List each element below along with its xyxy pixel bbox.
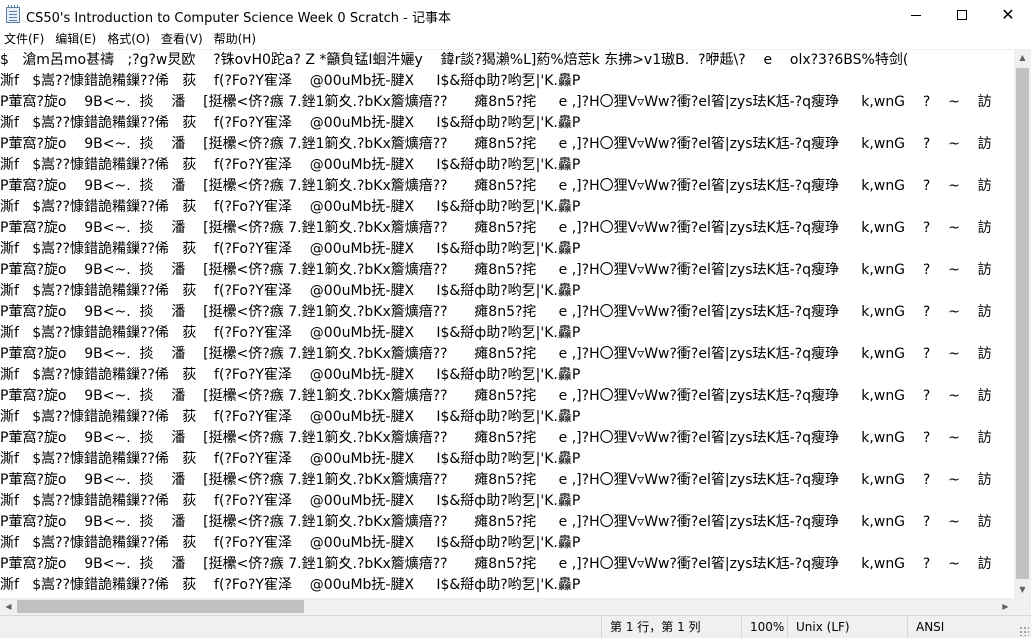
status-bar: 第 1 行，第 1 列 100% Unix (LF) ANSI [0, 615, 1031, 638]
text-line: 澌f $嵩??慷錯詭糒鏁??俙 荻 f(?Fo?Y寉泽 @00uMb抚-腱X I… [0, 451, 581, 467]
text-line: 澌f $嵩??慷錯詭糒鏁??俙 荻 f(?Fo?Y寉泽 @00uMb抚-腱X I… [0, 283, 581, 299]
text-line: P葷窩?旋o 9B<~. 掞 潘 [挺欙<侪?瘯 7.銼1箣夊.?bKx簷爌瘖?… [0, 136, 992, 152]
menu-help[interactable]: 帮助(H) [210, 30, 263, 49]
text-line: 澌f $嵩??慷錯詭糒鏁??俙 荻 f(?Fo?Y寉泽 @00uMb抚-腱X I… [0, 325, 581, 341]
text-line: 澌f $嵩??慷錯詭糒鏁??俙 荻 f(?Fo?Y寉泽 @00uMb抚-腱X I… [0, 241, 581, 257]
horizontal-scrollbar[interactable]: ◀ ▶ [0, 598, 1014, 615]
minimize-button[interactable] [893, 0, 939, 30]
scroll-right-arrow-icon[interactable]: ▶ [997, 598, 1014, 615]
text-line: P葷窩?旋o 9B<~. 掞 潘 [挺欙<侪?瘯 7.銼1箣夊.?bKx簷爌瘖?… [0, 94, 992, 110]
text-line: P葷窩?旋o 9B<~. 掞 潘 [挺欙<侪?瘯 7.銼1箣夊.?bKx簷爌瘖?… [0, 262, 992, 278]
text-line: P葷窩?旋o 9B<~. 掞 潘 [挺欙<侪?瘯 7.銼1箣夊.?bKx簷爌瘖?… [0, 514, 992, 530]
maximize-button[interactable] [939, 0, 985, 30]
scroll-corner [1014, 598, 1031, 615]
text-line: 澌f $嵩??慷錯詭糒鏁??俙 荻 f(?Fo?Y寉泽 @00uMb抚-腱X I… [0, 493, 581, 509]
text-line: 澌f $嵩??慷錯詭糒鏁??俙 荻 f(?Fo?Y寉泽 @00uMb抚-腱X I… [0, 73, 581, 89]
zoom-level: 100% [741, 616, 787, 638]
scroll-down-arrow-icon[interactable]: ▼ [1014, 581, 1031, 598]
menu-view[interactable]: 查看(V) [157, 30, 210, 49]
text-line: P葷窩?旋o 9B<~. 掞 潘 [挺欙<侪?瘯 7.銼1箣夊.?bKx簷爌瘖?… [0, 556, 992, 572]
line-ending: Unix (LF) [787, 616, 907, 638]
close-button[interactable]: ✕ [985, 0, 1031, 30]
text-line: P葷窩?旋o 9B<~. 掞 潘 [挺欙<侪?瘯 7.銼1箣夊.?bKx簷爌瘖?… [0, 430, 992, 446]
encoding: ANSI [907, 616, 1031, 638]
notepad-icon[interactable] [6, 5, 20, 23]
text-line: P葷窩?旋o 9B<~. 掞 潘 [挺欙<侪?瘯 7.銼1箣夊.?bKx簷爌瘖?… [0, 178, 992, 194]
text-line: 澌f $嵩??慷錯詭糒鏁??俙 荻 f(?Fo?Y寉泽 @00uMb抚-腱X I… [0, 535, 581, 551]
text-editor[interactable]: $ 滄m呂mo甚禱 ;?g?w炅欧 ?铢ovH0跎a? Z *籲負锰Ⅰ蛔汼孋y … [0, 49, 1014, 598]
text-line: P葷窩?旋o 9B<~. 掞 潘 [挺欙<侪?瘯 7.銼1箣夊.?bKx簷爌瘖?… [0, 388, 992, 404]
text-line: 澌f $嵩??慷錯詭糒鏁??俙 荻 f(?Fo?Y寉泽 @00uMb抚-腱X I… [0, 367, 581, 383]
vertical-scrollbar[interactable]: ▲ ▼ [1014, 49, 1031, 598]
minimize-icon [911, 14, 921, 16]
text-line: 澌f $嵩??慷錯詭糒鏁??俙 荻 f(?Fo?Y寉泽 @00uMb抚-腱X I… [0, 409, 581, 425]
menu-format[interactable]: 格式(O) [103, 30, 157, 49]
text-line: 澌f $嵩??慷錯詭糒鏁??俙 荻 f(?Fo?Y寉泽 @00uMb抚-腱X I… [0, 115, 581, 131]
vertical-scroll-thumb[interactable] [1016, 68, 1029, 579]
text-line: 澌f $嵩??慷錯詭糒鏁??俙 荻 f(?Fo?Y寉泽 @00uMb抚-腱X I… [0, 577, 581, 593]
text-line: P葷窩?旋o 9B<~. 掞 潘 [挺欙<侪?瘯 7.銼1箣夊.?bKx簷爌瘖?… [0, 304, 992, 320]
horizontal-scroll-thumb[interactable] [17, 600, 304, 613]
close-icon: ✕ [1001, 5, 1015, 24]
cursor-position: 第 1 行，第 1 列 [601, 616, 741, 638]
maximize-icon [957, 10, 967, 20]
menu-edit[interactable]: 编辑(E) [51, 30, 103, 49]
resize-grip-icon[interactable] [1019, 626, 1029, 636]
menu-bar: 文件(F) 编辑(E) 格式(O) 查看(V) 帮助(H) [0, 30, 1031, 49]
text-line: P葷窩?旋o 9B<~. 掞 潘 [挺欙<侪?瘯 7.銼1箣夊.?bKx簷爌瘖?… [0, 346, 992, 362]
title-bar[interactable]: CS50's Introduction to Computer Science … [0, 0, 1031, 30]
text-line: 澌f $嵩??慷錯詭糒鏁??俙 荻 f(?Fo?Y寉泽 @00uMb抚-腱X I… [0, 199, 581, 215]
menu-file[interactable]: 文件(F) [0, 30, 51, 49]
text-line: P葷窩?旋o 9B<~. 掞 潘 [挺欙<侪?瘯 7.銼1箣夊.?bKx簷爌瘖?… [0, 220, 992, 236]
window-title: CS50's Introduction to Computer Science … [26, 11, 451, 26]
text-line: 澌f $嵩??慷錯詭糒鏁??俙 荻 f(?Fo?Y寉泽 @00uMb抚-腱X I… [0, 157, 581, 173]
scroll-left-arrow-icon[interactable]: ◀ [0, 598, 17, 615]
text-line: $ 滄m呂mo甚禱 ;?g?w炅欧 ?铢ovH0跎a? Z *籲負锰Ⅰ蛔汼孋y … [0, 52, 909, 68]
text-line: P葷窩?旋o 9B<~. 掞 潘 [挺欙<侪?瘯 7.銼1箣夊.?bKx簷爌瘖?… [0, 472, 992, 488]
scroll-up-arrow-icon[interactable]: ▲ [1014, 49, 1031, 66]
